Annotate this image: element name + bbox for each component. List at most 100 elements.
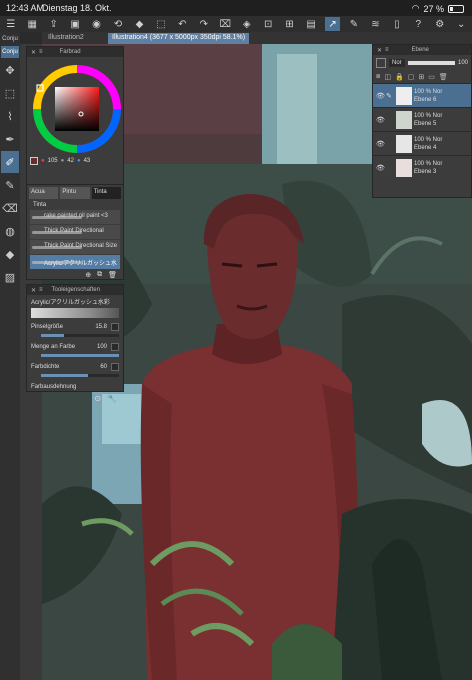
layer-row[interactable]: 👁 100 % Nor Ebene 4	[373, 131, 471, 155]
lock-icon[interactable]: 🔒	[395, 73, 404, 81]
opacity-value[interactable]: 100	[458, 60, 468, 66]
panel-menu-icon[interactable]: ≡	[39, 49, 43, 55]
layer-row[interactable]: 👁 100 % Nor Ebene 5	[373, 107, 471, 131]
current-color-swatch[interactable]	[30, 157, 38, 165]
smoothing-icon[interactable]: ≋	[368, 17, 383, 31]
layer-panel: ✕ ≡ Ebene Nor 100 ⧈ ◫ 🔒 ▢ ⊞ ▭ 🗑 👁 ✎ 100 …	[372, 44, 472, 198]
gradient-icon[interactable]: ▨	[1, 266, 19, 288]
transform-icon[interactable]: ⊞	[282, 17, 297, 31]
ruler-icon[interactable]: ▤	[303, 17, 318, 31]
layer-row[interactable]: 👁 ✎ 100 % Nor Ebene 6	[373, 83, 471, 107]
brush-item[interactable]: rake painted oil paint <3	[30, 210, 120, 224]
close-icon[interactable]: ✕	[31, 49, 36, 56]
mask-icon[interactable]: ▢	[408, 73, 415, 81]
tool-panel-tab[interactable]: Conju	[1, 33, 19, 45]
tab-illustration2[interactable]: Illustration2	[44, 33, 88, 44]
menu-icon[interactable]: ☰	[3, 17, 18, 31]
panel-menu-icon[interactable]: ≡	[39, 287, 43, 293]
paint-bucket-icon[interactable]: ◈	[239, 17, 254, 31]
eye-icon[interactable]: 👁	[376, 140, 385, 148]
layer-name: Ebene 5	[414, 120, 437, 127]
select-icon[interactable]: ⬚	[1, 82, 19, 104]
slider-fill	[41, 334, 65, 337]
collapse-icon[interactable]: ⌄	[454, 17, 469, 31]
close-icon[interactable]: ✕	[377, 47, 382, 54]
brush-item[interactable]: Thick Paint Directional Size	[30, 240, 120, 254]
grid-icon[interactable]: ▦	[24, 17, 39, 31]
help-icon[interactable]: ?	[411, 17, 426, 31]
tab-tinta[interactable]: Tinta	[91, 187, 121, 199]
reset-icon[interactable]: ⊙	[94, 394, 101, 403]
paint-amount-row: Menge an Farbe 100	[27, 340, 123, 354]
saturation-value: 42	[67, 158, 74, 164]
eye-icon[interactable]: 👁	[376, 92, 385, 100]
brush-item-selected[interactable]: Acrylic/アクリルガッシュ水	[30, 255, 120, 269]
move-icon[interactable]: ✥	[1, 59, 19, 81]
tab-pintu[interactable]: Pintu	[60, 187, 90, 199]
paint-amount-value[interactable]: 100	[87, 344, 107, 350]
add-subtool-icon[interactable]: ⊕	[85, 271, 91, 279]
hue-value: 105	[47, 158, 58, 164]
airbrush-icon[interactable]: ✎	[1, 174, 19, 196]
record-icon[interactable]: ◉	[89, 17, 104, 31]
folder-icon[interactable]: ▭	[428, 73, 435, 81]
layer-name: Ebene 6	[414, 96, 437, 103]
blend-mode-select[interactable]: Nor	[389, 59, 405, 67]
wrench-icon[interactable]: 🔧	[107, 394, 117, 403]
eraser-icon[interactable]: ⌫	[1, 197, 19, 219]
close-icon[interactable]: ✕	[31, 287, 36, 294]
undo-icon[interactable]: ↶	[175, 17, 190, 31]
layer-color-icon[interactable]	[376, 58, 386, 68]
brush-tool-icon[interactable]: ✐	[1, 151, 19, 173]
ref-icon[interactable]: ◫	[384, 73, 391, 81]
settings-icon[interactable]: ⚙	[432, 17, 447, 31]
eyedropper-icon[interactable]: ⌇	[1, 105, 19, 127]
paint-amount-stepper[interactable]	[111, 343, 119, 351]
tab-illustration4[interactable]: Illustration4 (3677 x 5000px 350dpi 58.1…	[108, 33, 250, 44]
crop-icon[interactable]: ⊡	[260, 17, 275, 31]
trash-icon[interactable]: 🗑	[108, 271, 117, 279]
eye-icon[interactable]: 👁	[376, 116, 385, 124]
redo-icon[interactable]: ↷	[196, 17, 211, 31]
clear-icon[interactable]: ⌧	[218, 17, 233, 31]
brush-size-stepper[interactable]	[111, 323, 119, 331]
brush-stabilizer-icon[interactable]: ↗	[324, 17, 341, 31]
tab-acua[interactable]: Acua	[29, 187, 59, 199]
new-layer-icon[interactable]: ⊞	[418, 73, 424, 81]
phone-icon[interactable]: ▯	[389, 17, 404, 31]
brush-stroke-preview	[31, 308, 119, 318]
delete-layer-icon[interactable]: 🗑	[439, 73, 448, 81]
paint-density-stepper[interactable]	[111, 363, 119, 371]
brush-size-slider[interactable]	[41, 334, 119, 337]
export-icon[interactable]: ⇪	[46, 17, 61, 31]
layer-thumbnail	[396, 134, 412, 153]
layer-row[interactable]: 👁 100 % Nor Ebene 3	[373, 155, 471, 179]
fill-icon[interactable]: ◆	[132, 17, 147, 31]
duplicate-icon[interactable]: ⧉	[97, 271, 102, 279]
hsv-readout: ● 105 ● 42 ● 43	[27, 157, 123, 165]
layer-opacity-mode: 100 % Nor	[414, 160, 443, 167]
brush-item[interactable]: Thick Paint Directional	[30, 225, 120, 239]
pen-tool-icon[interactable]: ✒	[1, 128, 19, 150]
clip-icon[interactable]: ⧈	[376, 73, 380, 81]
brush-size-value[interactable]: 15.8	[87, 324, 107, 330]
color-wheel[interactable]	[27, 57, 123, 155]
paint-amount-slider[interactable]	[41, 354, 119, 357]
tool-panel-tab-selected[interactable]: Conju	[1, 46, 19, 58]
layer-name: Ebene 4	[414, 144, 437, 151]
paint-density-slider[interactable]	[41, 374, 119, 377]
panel-header: ✕ ≡ Farbrad	[27, 47, 123, 57]
ipad-status-bar: 12:43 AM Dienstag 18. Okt. ◠ 27 %	[0, 0, 472, 16]
canvas-icon[interactable]: ▣	[67, 17, 82, 31]
bucket-icon[interactable]: ◆	[1, 243, 19, 265]
layer-tools-row: ⧈ ◫ 🔒 ▢ ⊞ ▭ 🗑	[373, 71, 471, 83]
paint-density-value[interactable]: 60	[87, 364, 107, 370]
eye-icon[interactable]: 👁	[376, 164, 385, 172]
pen-icon[interactable]: ✎	[346, 17, 361, 31]
blend-icon[interactable]: ◍	[1, 220, 19, 242]
panel-header: ✕ ≡ Tooleigenschaften	[27, 285, 123, 295]
selection-icon[interactable]: ⬚	[153, 17, 168, 31]
rotate-icon[interactable]: ⟲	[110, 17, 125, 31]
panel-menu-icon[interactable]: ≡	[385, 47, 389, 53]
opacity-slider[interactable]	[407, 61, 455, 65]
